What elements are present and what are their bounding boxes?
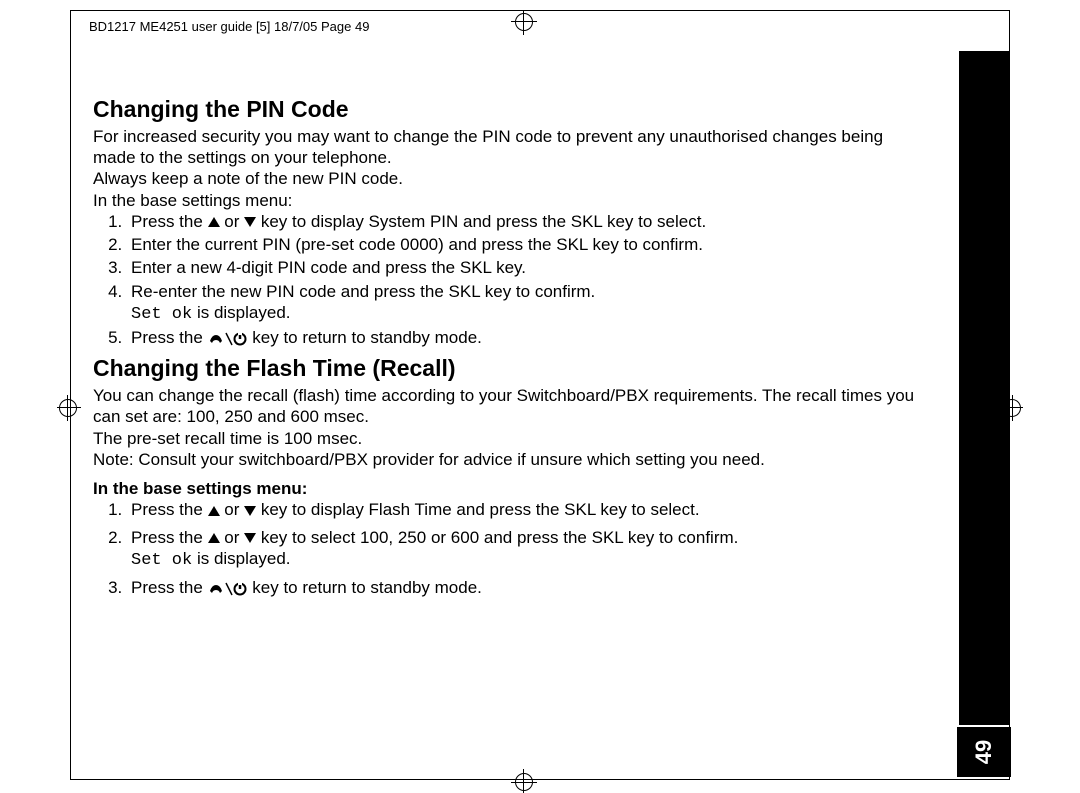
list-item: Press the key to return to standby mode. [127, 577, 929, 598]
steps-list: Press the or key to display System PIN a… [93, 211, 929, 349]
text: key to display System PIN and press the … [256, 212, 706, 231]
crop-mark [59, 399, 77, 417]
end-power-icon [208, 581, 248, 597]
text: Press the [131, 528, 208, 547]
list-item: Press the or key to display System PIN a… [127, 211, 929, 232]
text: or [220, 528, 245, 547]
sub-heading: In the base settings menu: [93, 478, 929, 499]
text: Press the [131, 500, 208, 519]
list-item: Enter a new 4-digit PIN code and press t… [127, 257, 929, 278]
text: is displayed. [192, 549, 290, 568]
display-text: Set ok [131, 551, 192, 570]
paragraph: You can change the recall (flash) time a… [93, 385, 929, 428]
text: or [220, 500, 245, 519]
print-header: BD1217 ME4251 user guide [5] 18/7/05 Pag… [89, 19, 369, 34]
paragraph: For increased security you may want to c… [93, 126, 929, 169]
section-tab: Using the Menu [959, 51, 1009, 725]
up-arrow-icon [208, 217, 220, 227]
page-number: 49 [957, 727, 1011, 777]
list-item: Press the or key to select 100, 250 or 6… [127, 527, 929, 572]
end-power-icon [208, 331, 248, 347]
heading-pin: Changing the PIN Code [93, 95, 929, 124]
crop-mark [515, 13, 533, 31]
text: Press the [131, 578, 208, 597]
text: key to display Flash Time and press the … [256, 500, 699, 519]
paragraph: The pre-set recall time is 100 msec. [93, 428, 929, 449]
text: is displayed. [192, 303, 290, 322]
page-frame: BD1217 ME4251 user guide [5] 18/7/05 Pag… [70, 10, 1010, 780]
text: or [220, 212, 245, 231]
list-item: Press the or key to display Flash Time a… [127, 499, 929, 520]
page-content: Changing the PIN Code For increased secu… [93, 89, 929, 600]
down-arrow-icon [244, 506, 256, 516]
text: key to return to standby mode. [248, 328, 482, 347]
crop-mark [515, 773, 533, 791]
up-arrow-icon [208, 506, 220, 516]
paragraph: In the base settings menu: [93, 190, 929, 211]
text: Press the [131, 328, 208, 347]
list-item: Re-enter the new PIN code and press the … [127, 281, 929, 326]
text: Press the [131, 212, 208, 231]
list-item: Enter the current PIN (pre-set code 0000… [127, 234, 929, 255]
display-text: Set ok [131, 305, 192, 324]
list-item: Press the key to return to standby mode. [127, 327, 929, 348]
text: key to select 100, 250 or 600 and press … [256, 528, 738, 547]
down-arrow-icon [244, 533, 256, 543]
text: Re-enter the new PIN code and press the … [131, 282, 595, 301]
up-arrow-icon [208, 533, 220, 543]
paragraph: Note: Consult your switchboard/PBX provi… [93, 449, 929, 470]
down-arrow-icon [244, 217, 256, 227]
steps-list: Press the or key to display Flash Time a… [93, 499, 929, 598]
heading-flash: Changing the Flash Time (Recall) [93, 354, 929, 383]
paragraph: Always keep a note of the new PIN code. [93, 168, 929, 189]
text: key to return to standby mode. [248, 578, 482, 597]
